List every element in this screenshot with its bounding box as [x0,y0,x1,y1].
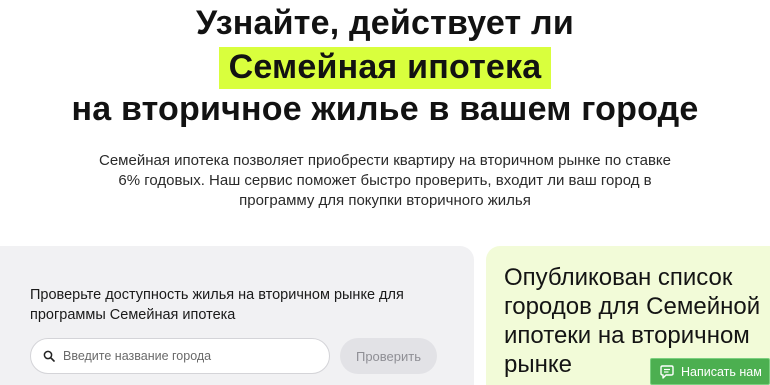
check-button[interactable]: Проверить [340,338,437,374]
chat-icon [660,364,674,379]
write-us-label: Написать нам [681,364,762,379]
lead-text: Семейная ипотека позволяет приобрести кв… [99,152,671,209]
hero-title-line-3: на вторичное жилье в вашем городе [71,90,699,128]
hero-highlight: Семейная ипотека [218,47,552,89]
city-check-title: Проверьте доступность жилья на вторичном… [30,287,404,323]
city-check-panel: Проверьте доступность жилья на вторичном… [0,246,474,385]
search-icon [43,350,55,362]
city-search-field[interactable] [30,338,330,374]
write-us-button[interactable]: Написать нам [650,358,770,385]
hero-title-line-1: Узнайте, действует ли [196,4,574,42]
hero-title-line-2: Семейная ипотека [0,47,770,89]
city-search-input[interactable] [63,349,323,363]
